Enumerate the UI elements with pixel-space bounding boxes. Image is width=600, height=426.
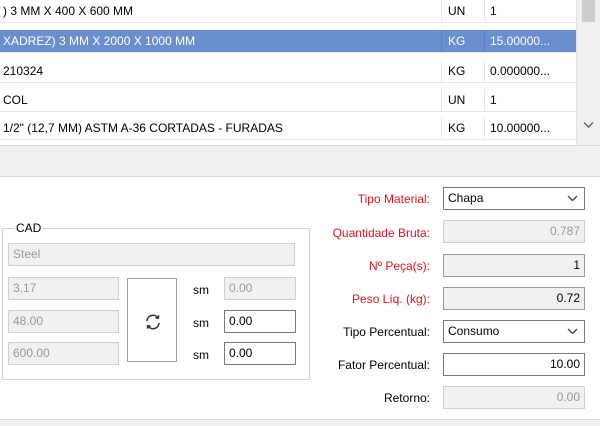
table-row[interactable]: 210324 KG 0.000000... bbox=[0, 60, 576, 83]
table-row[interactable]: COL UN 1 bbox=[0, 89, 576, 112]
row-quantity: 1 bbox=[490, 93, 497, 107]
scrollbar-thumb[interactable] bbox=[582, 0, 595, 22]
column-separator bbox=[441, 60, 442, 82]
items-grid[interactable]: ) 3 MM X 400 X 600 MM UN 1 XADREZ) 3 MM … bbox=[0, 0, 600, 145]
sm-value-field[interactable]: 0.00 bbox=[224, 342, 296, 365]
column-separator bbox=[484, 117, 485, 139]
quantidade-bruta-label: Quantidade Bruta: bbox=[332, 226, 430, 240]
cad-dimension-field[interactable]: 3.17 bbox=[8, 277, 119, 300]
cad-dimension-field[interactable]: 600.00 bbox=[8, 342, 119, 365]
column-separator bbox=[441, 89, 442, 111]
tipo-percentual-select[interactable]: Consumo bbox=[443, 320, 585, 343]
row-description: XADREZ) 3 MM X 2000 X 1000 MM bbox=[3, 34, 196, 48]
row-unit: KG bbox=[448, 121, 466, 135]
unit-label-sm: sm bbox=[193, 316, 209, 330]
row-description: 1/2" (12,7 MM) ASTM A-36 CORTADAS - FURA… bbox=[3, 121, 283, 135]
row-description: COL bbox=[3, 93, 28, 107]
fator-percentual-field[interactable]: 10.00 bbox=[443, 353, 585, 376]
vertical-scrollbar[interactable] bbox=[576, 0, 600, 145]
chevron-down-icon[interactable] bbox=[583, 121, 594, 129]
cad-material-field[interactable]: Steel bbox=[8, 243, 295, 266]
table-row[interactable]: ) 3 MM X 400 X 600 MM UN 1 bbox=[0, 0, 576, 23]
unit-label-sm: sm bbox=[193, 348, 209, 362]
swap-dimensions-button[interactable] bbox=[127, 278, 177, 362]
peso-liq-field[interactable]: 0.72 bbox=[443, 287, 585, 310]
row-unit: KG bbox=[448, 34, 466, 48]
cad-group-title: CAD bbox=[14, 221, 44, 235]
row-description: ) 3 MM X 400 X 600 MM bbox=[3, 4, 134, 18]
unit-label-sm: sm bbox=[193, 283, 209, 297]
row-quantity: 10.00000... bbox=[490, 121, 551, 135]
tipo-material-select[interactable]: Chapa bbox=[443, 187, 585, 210]
retorno-label: Retorno: bbox=[383, 391, 430, 405]
tipo-percentual-label: Tipo Percentual: bbox=[343, 325, 430, 339]
chevron-down-icon bbox=[567, 328, 578, 335]
table-row-selected[interactable]: XADREZ) 3 MM X 2000 X 1000 MM KG 15.0000… bbox=[0, 30, 576, 53]
column-separator bbox=[441, 117, 442, 139]
quantidade-bruta-field[interactable]: 0.787 bbox=[443, 220, 585, 243]
divider bbox=[0, 145, 600, 146]
column-separator bbox=[484, 60, 485, 82]
fator-percentual-label: Fator Percentual: bbox=[337, 358, 430, 372]
row-description: 210324 bbox=[3, 64, 44, 78]
retorno-field[interactable]: 0.00 bbox=[443, 386, 585, 409]
column-separator bbox=[441, 0, 442, 22]
row-quantity: 0.000000... bbox=[490, 64, 551, 78]
refresh-icon bbox=[146, 314, 160, 330]
column-separator bbox=[441, 30, 442, 52]
chevron-down-icon bbox=[567, 195, 578, 202]
tipo-material-value: Chapa bbox=[448, 191, 484, 205]
row-unit: KG bbox=[448, 64, 466, 78]
cad-dimension-field[interactable]: 48.00 bbox=[8, 310, 119, 333]
column-separator bbox=[484, 0, 485, 22]
row-unit: UN bbox=[448, 4, 466, 18]
tipo-material-label: Tipo Material: bbox=[357, 192, 430, 206]
table-row[interactable]: 1/2" (12,7 MM) ASTM A-36 CORTADAS - FURA… bbox=[0, 117, 576, 140]
tipo-percentual-value: Consumo bbox=[448, 324, 500, 338]
n-peca-label: Nº Peça(s): bbox=[368, 259, 430, 273]
peso-liq-label: Peso Líq. (kg): bbox=[351, 292, 430, 306]
row-quantity: 15.00000... bbox=[490, 34, 551, 48]
sm-value-field[interactable]: 0.00 bbox=[224, 310, 296, 333]
sm-value-field[interactable]: 0.00 bbox=[224, 277, 296, 300]
column-separator bbox=[484, 30, 485, 52]
row-quantity: 1 bbox=[490, 4, 497, 18]
row-unit: UN bbox=[448, 93, 466, 107]
n-peca-field[interactable]: 1 bbox=[443, 254, 585, 277]
column-separator bbox=[484, 89, 485, 111]
